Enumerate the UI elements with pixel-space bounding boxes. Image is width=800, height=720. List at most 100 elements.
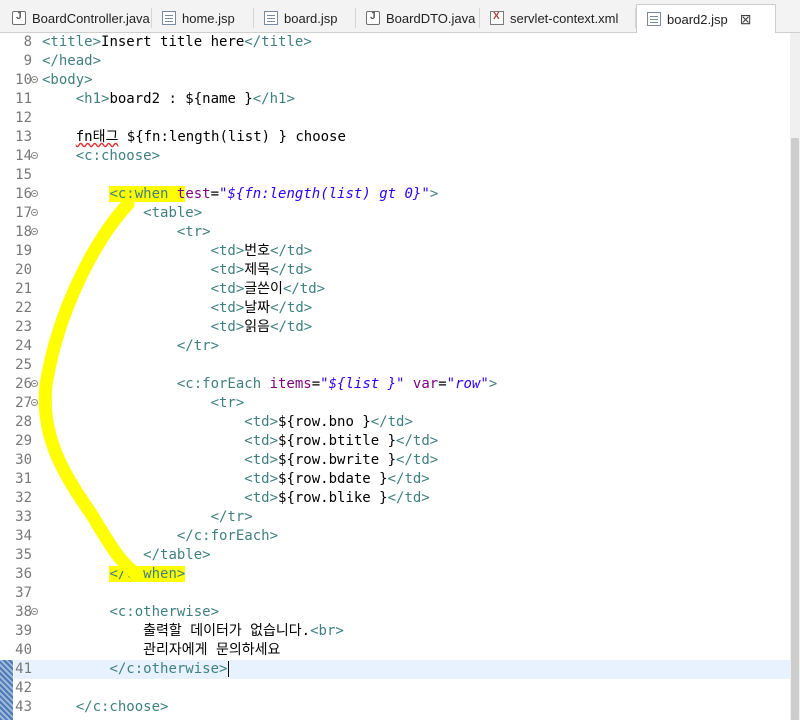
code-line[interactable]: 23 <td>읽음</td> (0, 318, 790, 337)
code-line[interactable]: 11 <h1>board2 : ${name }</h1> (0, 90, 790, 109)
code-line[interactable]: 13 fn태그 ${fn:length(list) } choose (0, 128, 790, 147)
code-line[interactable]: 8 <title>Insert title here</title> (0, 33, 790, 52)
code-line[interactable]: 30 <td>${row.bwrite }</td> (0, 451, 790, 470)
code-token: <tr> (210, 395, 245, 411)
fold-toggle-icon[interactable] (31, 399, 38, 406)
code-text: <td>번호</td> (42, 242, 313, 261)
code-line[interactable]: 15 (0, 166, 790, 185)
code-text: </c:otherwise> (42, 660, 227, 679)
code-line[interactable]: 43 </c:choose> (0, 698, 790, 717)
code-line[interactable]: 12 (0, 109, 790, 128)
fold-toggle-icon[interactable] (31, 76, 38, 83)
code-line[interactable]: 34 </c:forEach> (0, 527, 790, 546)
code-line[interactable]: 38 <c:otherwise> (0, 603, 790, 622)
code-line[interactable]: 42 (0, 679, 790, 698)
code-token: <td> (210, 243, 245, 259)
fold-toggle-icon[interactable] (31, 209, 38, 216)
code-token: </table> (143, 547, 211, 563)
code-token: <body> (42, 72, 93, 88)
xml-file-icon (490, 11, 504, 25)
code-line[interactable]: 27 <tr> (0, 394, 790, 413)
current-line-marker (0, 660, 13, 720)
code-line[interactable]: 19 <td>번호</td> (0, 242, 790, 261)
code-token: 글쓴이 (244, 281, 283, 297)
java-file-icon (366, 11, 380, 25)
code-text: <td>글쓴이</td> (42, 280, 326, 299)
code-editor[interactable]: 8 <title>Insert title here</title> 9 </head… (0, 33, 790, 720)
code-token: </c:when> (109, 566, 186, 582)
code-token: > (429, 186, 439, 202)
code-token: <td> (210, 319, 245, 335)
tab-boarddto-java[interactable]: BoardDTO.java (356, 4, 480, 32)
code-token: </td> (396, 452, 439, 468)
code-token: 제목 (244, 262, 271, 278)
code-line[interactable]: 41 </c:otherwise> (0, 660, 790, 679)
fold-toggle-icon[interactable] (31, 380, 38, 387)
code-token: 번호 (244, 243, 271, 259)
fold-toggle-icon[interactable] (31, 608, 38, 615)
code-text: </head> (42, 52, 101, 71)
fold-toggle-icon[interactable] (31, 228, 38, 235)
code-token: <br> (310, 623, 344, 639)
code-line[interactable]: 33 </tr> (0, 508, 790, 527)
code-line[interactable]: 22 <td>날짜</td> (0, 299, 790, 318)
vertical-ruler (0, 33, 14, 720)
code-token: ${row.bwrite } (278, 452, 397, 468)
code-line[interactable]: 20 <td>제목</td> (0, 261, 790, 280)
code-token: 읽음 (244, 319, 271, 335)
code-line[interactable]: 36 </c:when> (0, 565, 790, 584)
code-line[interactable]: 16 <c:when test="${fn:length(list) gt 0}… (0, 185, 790, 204)
code-line[interactable]: 28 <td>${row.bno }</td> (0, 413, 790, 432)
code-token: </title> (244, 34, 312, 50)
code-token: <c:otherwise> (109, 604, 220, 620)
code-token: <td> (244, 452, 279, 468)
tab-boardcontroller-java[interactable]: BoardController.java (2, 4, 152, 32)
fold-toggle-icon[interactable] (31, 190, 38, 197)
tab-board2-jsp[interactable]: board2.jsp ⊠ (636, 4, 776, 33)
code-token: <td> (244, 490, 279, 506)
code-text: <c:when test="${fn:length(list) gt 0}"> (42, 185, 438, 204)
code-line[interactable]: 24 </tr> (0, 337, 790, 356)
code-line[interactable]: 21 <td>글쓴이</td> (0, 280, 790, 299)
code-line[interactable]: 39 출력할 데이터가 없습니다.<br> (0, 622, 790, 641)
code-line[interactable]: 18 <tr> (0, 223, 790, 242)
scrollbar-thumb[interactable] (791, 138, 799, 720)
code-line[interactable]: 26 <c:forEach items="${list }" var="row"… (0, 375, 790, 394)
code-text: </c:choose> (42, 698, 169, 717)
code-line[interactable]: 14 <c:choose> (0, 147, 790, 166)
code-line[interactable]: 31 <td>${row.bdate }</td> (0, 470, 790, 489)
code-line[interactable]: 10 <body> (0, 71, 790, 90)
code-line[interactable]: 17 <table> (0, 204, 790, 223)
code-token: <td> (210, 300, 245, 316)
tab-servlet-context-xml[interactable]: servlet-context.xml (480, 4, 636, 32)
code-token: </td> (370, 414, 413, 430)
code-token: <title> (42, 34, 102, 50)
code-line[interactable]: 35 </table> (0, 546, 790, 565)
code-token: items (269, 376, 312, 392)
code-line[interactable]: 40 관리자에게 문의하세요 (0, 641, 790, 660)
tab-board-jsp[interactable]: board.jsp (254, 4, 356, 32)
code-line[interactable]: 32 <td>${row.blike }</td> (0, 489, 790, 508)
code-line[interactable]: 9 </head> (0, 52, 790, 71)
code-line[interactable]: 29 <td>${row.btitle }</td> (0, 432, 790, 451)
vertical-scrollbar[interactable] (790, 33, 800, 720)
fold-toggle-icon[interactable] (31, 152, 38, 159)
code-line[interactable]: 37 (0, 584, 790, 603)
code-line[interactable]: 25 (0, 356, 790, 375)
close-tab-icon[interactable]: ⊠ (740, 11, 752, 28)
tab-label: BoardController.java (32, 10, 150, 26)
code-text: <c:choose> (42, 147, 160, 166)
tab-home-jsp[interactable]: home.jsp (152, 4, 254, 32)
